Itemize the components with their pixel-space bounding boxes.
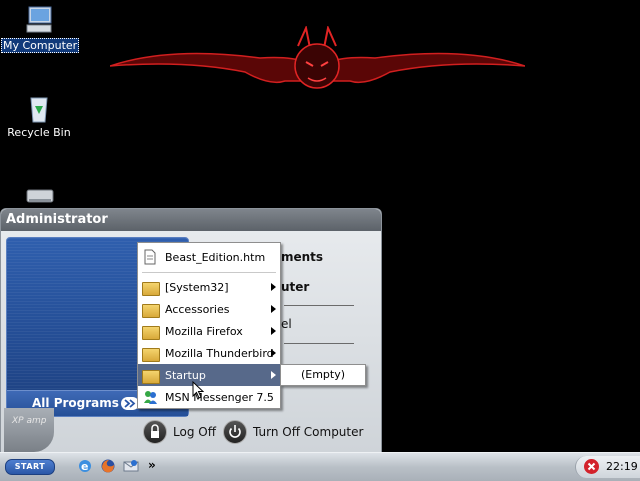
xp-amp-logo: XP amp xyxy=(4,408,54,452)
start-menu-footer: XP amp Log Off Turn Off Computer xyxy=(1,408,381,452)
start-menu-right-item[interactable]: uter xyxy=(281,280,309,294)
log-off-label: Log Off xyxy=(173,425,216,439)
power-icon xyxy=(223,420,247,444)
recycle-bin-icon xyxy=(23,92,55,124)
empty-menu-item[interactable]: (Empty) xyxy=(301,368,345,381)
menu-item-beast-edition[interactable]: Beast_Edition.htm xyxy=(138,246,280,268)
menu-item-mozilla-firefox[interactable]: Mozilla Firefox xyxy=(138,320,280,342)
divider xyxy=(142,272,276,273)
folder-icon xyxy=(142,326,160,340)
desktop-icon-label: My Computer xyxy=(1,38,80,53)
firefox-icon[interactable] xyxy=(100,458,116,474)
start-menu-right-item[interactable]: ments xyxy=(281,250,323,264)
chevron-right-icon xyxy=(271,283,276,291)
system-tray: 22:19 xyxy=(575,456,640,478)
taskbar: START e » 22:19 xyxy=(0,452,640,481)
divider xyxy=(284,343,354,344)
menu-item-label: MSN Messenger 7.5 xyxy=(165,390,274,404)
folder-icon xyxy=(142,282,160,296)
menu-item-accessories[interactable]: Accessories xyxy=(138,298,280,320)
menu-item-startup[interactable]: Startup xyxy=(138,364,280,386)
chevron-right-icon xyxy=(271,305,276,313)
start-menu-right-item[interactable]: el xyxy=(281,317,292,331)
lock-icon xyxy=(143,420,167,444)
chevron-right-icon xyxy=(271,327,276,335)
turn-off-label: Turn Off Computer xyxy=(253,425,364,439)
logo-text: XP amp xyxy=(12,416,47,426)
document-icon xyxy=(142,249,158,265)
wallpaper-demon xyxy=(110,26,525,89)
msn-icon xyxy=(142,389,158,405)
folder-icon xyxy=(142,370,160,384)
start-button[interactable]: START xyxy=(5,459,55,475)
menu-item-label: Mozilla Firefox xyxy=(165,324,243,338)
start-menu-user-name: Administrator xyxy=(1,209,381,231)
clock[interactable]: 22:19 xyxy=(606,460,638,473)
menu-item-label: Mozilla Thunderbird xyxy=(165,346,274,360)
menu-item-msn-messenger[interactable]: MSN Messenger 7.5 xyxy=(138,386,280,408)
menu-item-label: Beast_Edition.htm xyxy=(165,250,266,264)
security-alert-icon[interactable] xyxy=(584,459,599,474)
svg-text:e: e xyxy=(81,460,88,473)
desktop-icon-my-computer[interactable]: My Computer xyxy=(1,4,80,53)
computer-icon xyxy=(23,4,55,36)
quick-launch-more[interactable]: » xyxy=(148,458,164,474)
chevron-right-icon xyxy=(271,371,276,379)
desktop-icon-recycle-bin[interactable]: Recycle Bin xyxy=(1,92,77,139)
menu-item-label: Startup xyxy=(165,368,206,382)
mouse-cursor-icon xyxy=(192,381,204,399)
desktop-icon-label: Recycle Bin xyxy=(7,126,71,139)
folder-icon xyxy=(142,304,160,318)
chevron-right-icon xyxy=(271,349,276,357)
all-programs-menu: Beast_Edition.htm [System32] Accessories… xyxy=(137,242,281,409)
menu-item-system32[interactable]: [System32] xyxy=(138,276,280,298)
turn-off-computer-button[interactable]: Turn Off Computer xyxy=(223,420,363,444)
thunderbird-icon[interactable] xyxy=(123,458,139,474)
startup-submenu: (Empty) xyxy=(280,364,366,386)
menu-item-label: [System32] xyxy=(165,280,229,294)
folder-icon xyxy=(142,348,160,362)
menu-item-label: Accessories xyxy=(165,302,230,316)
divider xyxy=(284,305,354,306)
log-off-button[interactable]: Log Off xyxy=(143,420,216,444)
menu-item-mozilla-thunderbird[interactable]: Mozilla Thunderbird xyxy=(138,342,280,364)
ie-icon[interactable]: e xyxy=(77,458,93,474)
